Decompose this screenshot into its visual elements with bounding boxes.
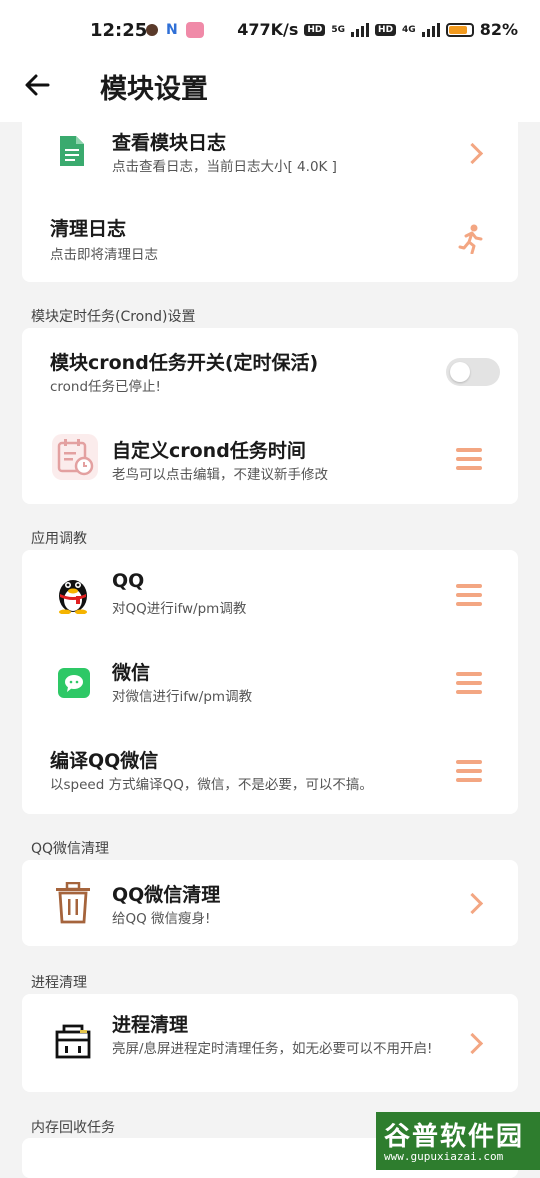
network-speed: 477K/s <box>237 20 299 39</box>
signal-icon-2 <box>421 22 440 37</box>
watermark-text: 谷普软件园 <box>384 1122 525 1152</box>
process-title: 进程清理 <box>112 1014 189 1036</box>
apps-card: QQ 对QQ进行ifw/pm调教 微信 对微信进行ifw/pm调教 编译QQ微信… <box>22 550 518 814</box>
calendar-clock-icon <box>52 434 98 484</box>
qq-penguin-icon <box>56 572 90 618</box>
menu-icon <box>456 448 482 475</box>
crond-switch-subtitle: crond任务已停止! <box>50 379 161 395</box>
process-card: 进程清理 亮屏/息屏进程定时清理任务，如无必要可以不用开启! <box>22 994 518 1092</box>
battery-icon <box>445 22 474 37</box>
compile-row[interactable]: 编译QQ微信 以speed 方式编译QQ，微信，不是必要，可以不搞。 <box>22 726 518 814</box>
net-type-5g: 5G <box>331 24 346 35</box>
section-label-apps: 应用调教 <box>31 531 87 547</box>
trash-icon <box>54 881 92 928</box>
app-notification-icon <box>146 24 158 36</box>
wechat-icon <box>58 668 90 702</box>
status-right: 477K/s HD 5G HD 4G 82% <box>237 20 518 39</box>
pink-app-icon <box>185 22 204 38</box>
running-icon <box>458 224 484 258</box>
process-subtitle: 亮屏/息屏进程定时清理任务，如无必要可以不用开启! <box>112 1041 433 1057</box>
qq-title: QQ <box>112 570 145 592</box>
toggle-knob <box>450 362 470 382</box>
menu-icon <box>456 672 482 699</box>
chevron-right-icon <box>461 892 484 915</box>
process-row[interactable]: 进程清理 亮屏/息屏进程定时清理任务，如无必要可以不用开启! <box>22 994 518 1092</box>
qqwx-clean-card: QQ微信清理 给QQ 微信瘦身! <box>22 860 518 946</box>
watermark-url: www.gupuxiazai.com <box>384 1150 504 1163</box>
arrow-left-icon[interactable] <box>22 70 62 110</box>
clear-log-row[interactable]: 清理日志 点击即将清理日志 <box>22 210 518 274</box>
section-label-memory: 内存回收任务 <box>31 1120 115 1136</box>
qqwx-clean-title: QQ微信清理 <box>112 884 221 906</box>
clear-log-title: 清理日志 <box>50 218 127 240</box>
page-title: 模块设置 <box>100 74 208 105</box>
qq-subtitle: 对QQ进行ifw/pm调教 <box>112 601 247 617</box>
compile-title: 编译QQ微信 <box>50 750 159 772</box>
document-icon <box>58 134 86 172</box>
view-log-title: 查看模块日志 <box>112 132 227 154</box>
battery-percent: 82% <box>479 20 518 39</box>
crond-card: 模块crond任务开关(定时保活) crond任务已停止! 自定义crond任务… <box>22 328 518 504</box>
battery-fill <box>448 25 467 34</box>
signal-icon <box>351 22 370 37</box>
clear-log-subtitle: 点击即将清理日志 <box>50 247 158 263</box>
section-label-process: 进程清理 <box>31 975 87 991</box>
qqwx-clean-subtitle: 给QQ 微信瘦身! <box>112 911 211 927</box>
status-bar: 12:25 N 477K/s HD 5G HD 4G 82% <box>0 0 540 62</box>
n-notification-icon: N <box>166 22 178 38</box>
hd-icon: HD <box>304 23 326 36</box>
process-bag-icon <box>54 1022 92 1064</box>
qq-row[interactable]: QQ 对QQ进行ifw/pm调教 <box>22 550 518 638</box>
crond-custom-title: 自定义crond任务时间 <box>112 440 306 462</box>
net-type-4g: 4G <box>402 24 416 35</box>
compile-subtitle: 以speed 方式编译QQ，微信，不是必要，可以不搞。 <box>50 777 373 793</box>
chevron-right-icon <box>461 142 484 165</box>
crond-toggle[interactable] <box>446 358 500 386</box>
hd-icon-2: HD <box>375 23 397 36</box>
view-log-subtitle: 点击查看日志，当前日志大小[ 4.0K ] <box>112 159 337 175</box>
wechat-subtitle: 对微信进行ifw/pm调教 <box>112 689 253 705</box>
crond-switch-title: 模块crond任务开关(定时保活) <box>50 352 319 374</box>
wechat-row[interactable]: 微信 对微信进行ifw/pm调教 <box>22 638 518 726</box>
status-time: 12:25 <box>90 20 148 41</box>
notification-icons: N <box>146 22 204 38</box>
crond-custom-subtitle: 老鸟可以点击编辑，不建议新手修改 <box>112 467 328 483</box>
wechat-title: 微信 <box>112 662 151 684</box>
section-label-crond: 模块定时任务(Crond)设置 <box>31 309 196 325</box>
menu-icon <box>456 760 482 787</box>
log-card: 查看模块日志 点击查看日志，当前日志大小[ 4.0K ] 清理日志 点击即将清理… <box>22 122 518 282</box>
app-header: 模块设置 <box>0 62 540 122</box>
view-log-row[interactable]: 查看模块日志 点击查看日志，当前日志大小[ 4.0K ] <box>22 122 518 192</box>
crond-custom-row[interactable]: 自定义crond任务时间 老鸟可以点击编辑，不建议新手修改 <box>22 426 518 496</box>
watermark-logo: 谷普软件园 www.gupuxiazai.com <box>376 1112 540 1170</box>
qqwx-clean-row[interactable]: QQ微信清理 给QQ 微信瘦身! <box>22 860 518 946</box>
crond-switch-row[interactable]: 模块crond任务开关(定时保活) crond任务已停止! <box>22 328 518 408</box>
menu-icon <box>456 584 482 611</box>
section-label-qqwx-clean: QQ微信清理 <box>31 841 110 857</box>
